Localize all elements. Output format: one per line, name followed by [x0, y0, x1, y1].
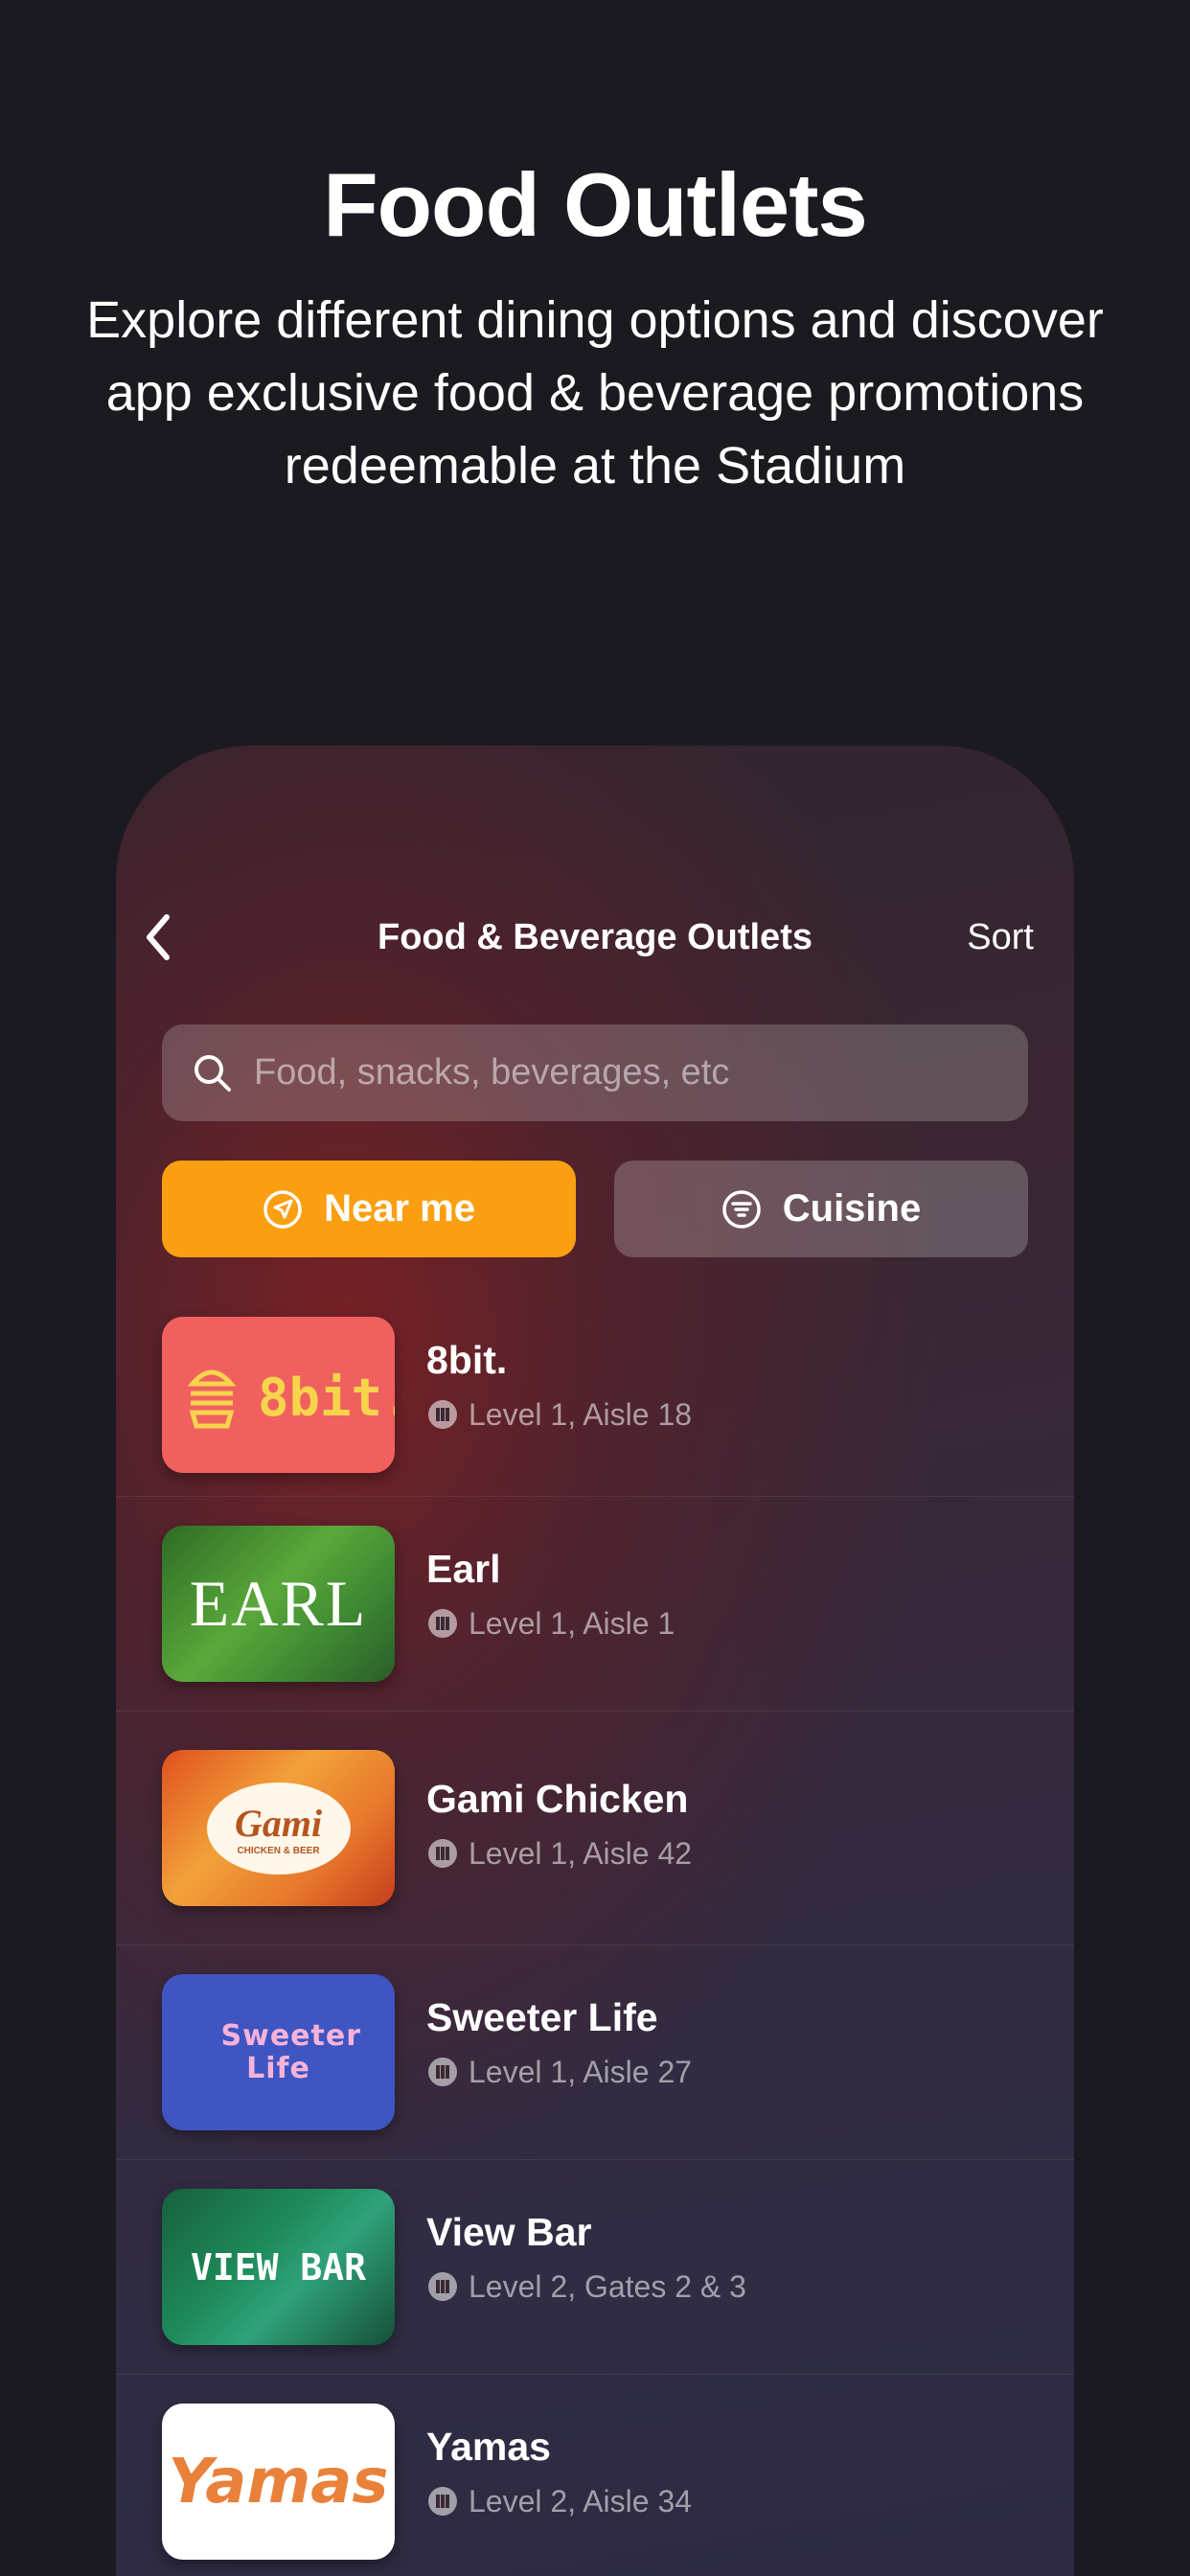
- search-bar[interactable]: [162, 1024, 1028, 1121]
- stadium-icon: [428, 1839, 457, 1868]
- outlet-location: Level 1, Aisle 1: [426, 1604, 675, 1643]
- svg-text:8bit.: 8bit.: [258, 1368, 395, 1428]
- cuisine-filter-button[interactable]: Cuisine: [614, 1161, 1028, 1257]
- outlet-location: Level 1, Aisle 27: [426, 2053, 692, 2091]
- outlet-logo-view-bar: VIEW BAR: [162, 2189, 395, 2345]
- outlet-logo-sweeter-life: Sweeter Life: [162, 1974, 395, 2130]
- phone-screen: Food & Beverage Outlets Sort Near me Cui…: [116, 746, 1074, 2576]
- list-item[interactable]: 8bit. 8bit. Level 1, Aisle 18: [116, 1282, 1074, 1497]
- list-item[interactable]: EARL Earl Level 1, Aisle 1: [116, 1497, 1074, 1712]
- sort-button[interactable]: Sort: [967, 910, 1034, 964]
- outlet-name: Earl: [426, 1547, 501, 1591]
- hero-title: Food Outlets: [323, 154, 868, 255]
- outlet-location: Level 2, Aisle 34: [426, 2482, 692, 2520]
- list-item[interactable]: Yamas Yamas Level 2, Aisle 34: [116, 2375, 1074, 2576]
- filter-icon: [722, 1189, 761, 1229]
- outlet-logo-8bit: 8bit.: [162, 1317, 395, 1473]
- stadium-icon: [428, 2487, 457, 2516]
- list-item[interactable]: Gami CHICKEN & BEER Gami Chicken Level 1…: [116, 1712, 1074, 1945]
- list-item[interactable]: VIEW BAR View Bar Level 2, Gates 2 & 3: [116, 2160, 1074, 2375]
- cuisine-label: Cuisine: [782, 1187, 922, 1230]
- outlet-location: Level 1, Aisle 18: [426, 1395, 692, 1434]
- list-item[interactable]: Sweeter Life Sweeter Life Level 1, Aisle…: [116, 1945, 1074, 2160]
- stadium-icon: [428, 2272, 457, 2301]
- outlet-name: 8bit.: [426, 1338, 508, 1382]
- outlet-list: 8bit. 8bit. Level 1, Aisle 18 EARL Earl: [116, 1282, 1074, 2576]
- stadium-icon: [428, 2058, 457, 2086]
- near-me-label: Near me: [324, 1187, 475, 1230]
- outlet-name: View Bar: [426, 2210, 592, 2254]
- outlet-name: Gami Chicken: [426, 1777, 689, 1821]
- outlet-logo-yamas: Yamas: [162, 2404, 395, 2560]
- outlet-location: Level 2, Gates 2 & 3: [426, 2267, 746, 2306]
- page-title: Food & Beverage Outlets: [378, 917, 812, 957]
- navigation-bar: Food & Beverage Outlets Sort: [116, 889, 1074, 995]
- stadium-icon: [428, 1609, 457, 1638]
- outlet-logo-gami: Gami CHICKEN & BEER: [162, 1750, 395, 1906]
- outlet-name: Yamas: [426, 2425, 551, 2469]
- hero-subtitle: Explore different dining options and dis…: [86, 291, 1104, 494]
- outlet-logo-earl: EARL: [162, 1526, 395, 1682]
- search-icon: [195, 1054, 231, 1092]
- location-arrow-icon: [263, 1189, 302, 1229]
- outlet-location: Level 1, Aisle 42: [426, 1834, 692, 1873]
- near-me-filter-button[interactable]: Near me: [162, 1161, 576, 1257]
- stadium-icon: [428, 1400, 457, 1429]
- outlet-name: Sweeter Life: [426, 1995, 658, 2039]
- search-input[interactable]: [254, 1052, 1001, 1093]
